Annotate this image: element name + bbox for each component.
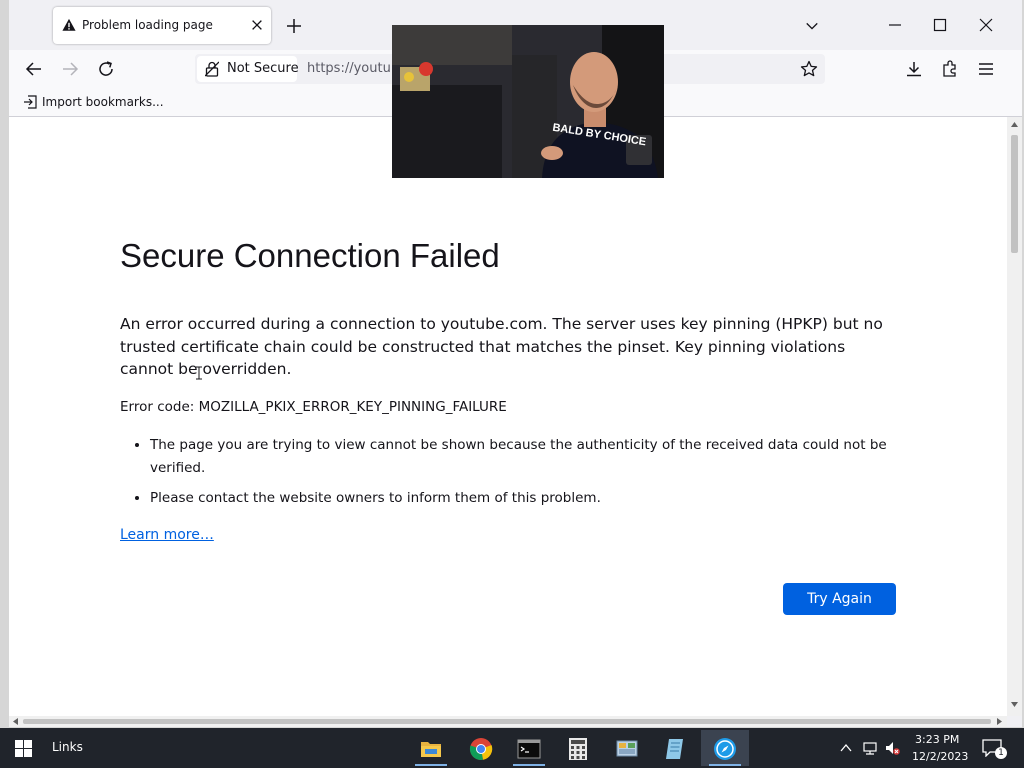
warning-icon (62, 18, 76, 31)
scroll-up-icon[interactable] (1011, 121, 1018, 128)
vertical-scroll-thumb[interactable] (1011, 135, 1018, 253)
forward-arrow-icon[interactable] (60, 59, 80, 79)
horizontal-scrollbar[interactable] (9, 716, 1007, 727)
horizontal-scroll-thumb[interactable] (23, 719, 991, 724)
minimize-icon[interactable] (887, 17, 903, 33)
not-secure-label: Not Secure (227, 61, 299, 76)
chrome-icon (469, 738, 493, 760)
network-icon[interactable] (862, 740, 878, 756)
error-description: An error occurred during a connection to… (120, 315, 883, 378)
text-cursor-icon (196, 366, 202, 380)
file-explorer-icon (421, 742, 441, 757)
running-indicator (513, 764, 545, 766)
identity-box[interactable]: Not Secure (197, 56, 299, 82)
calculator-app[interactable] (554, 730, 602, 766)
downloads-icon[interactable] (904, 59, 924, 79)
browser-icon (714, 738, 736, 760)
chrome-app[interactable] (457, 730, 505, 766)
picture-in-picture-video[interactable]: BALD BY CHOICE (392, 25, 664, 178)
insecure-lock-icon (205, 61, 219, 77)
terminal-icon (517, 739, 541, 759)
error-reasons-list: The page you are trying to view cannot b… (120, 434, 910, 517)
tab-title: Problem loading page (82, 18, 213, 32)
notepad-app[interactable] (652, 730, 700, 766)
file-explorer-app[interactable] (407, 730, 455, 766)
terminal-app[interactable] (505, 730, 553, 766)
scroll-down-icon[interactable] (1011, 701, 1018, 708)
scroll-left-icon[interactable] (12, 718, 19, 725)
new-tab-plus-icon[interactable] (286, 18, 302, 34)
close-window-icon[interactable] (978, 17, 994, 33)
browser-app[interactable] (701, 730, 749, 766)
try-again-button[interactable]: Try Again (783, 583, 896, 615)
chevron-down-icon[interactable] (805, 19, 819, 33)
running-indicator (709, 764, 741, 766)
error-code: Error code: MOZILLA_PKIX_ERROR_KEY_PINNI… (120, 399, 507, 415)
list-item: The page you are trying to view cannot b… (150, 434, 910, 480)
clock-date[interactable]: 12/2/2023 (912, 750, 968, 763)
video-frame (392, 25, 664, 178)
close-tab-icon[interactable] (250, 18, 264, 32)
tab-problem-loading[interactable]: Problem loading page (53, 7, 271, 44)
bookmark-star-icon[interactable] (800, 60, 818, 78)
list-item: Please contact the website owners to inf… (150, 487, 910, 510)
taskbar: Links 3:23 PM 12/2/2023 1 (0, 728, 1024, 768)
scroll-right-icon[interactable] (996, 718, 1003, 725)
import-icon (24, 95, 37, 109)
menu-hamburger-icon[interactable] (976, 59, 996, 79)
calculator-icon (569, 738, 587, 760)
vertical-scrollbar[interactable] (1007, 117, 1022, 716)
notepad-icon (666, 739, 683, 759)
links-toolbar-label[interactable]: Links (52, 740, 83, 754)
maximize-icon[interactable] (932, 17, 948, 33)
page-title: Secure Connection Failed (120, 237, 500, 274)
error-page: Secure Connection Failed An error occurr… (9, 117, 1007, 716)
reload-icon[interactable] (96, 59, 116, 79)
import-bookmarks-button[interactable]: Import bookmarks... (23, 94, 164, 110)
back-arrow-icon[interactable] (24, 59, 44, 79)
extensions-icon[interactable] (940, 59, 960, 79)
notification-count-badge: 1 (995, 747, 1007, 759)
clock-time[interactable]: 3:23 PM (915, 733, 959, 746)
control-panel-app[interactable] (603, 730, 651, 766)
volume-muted-icon[interactable] (884, 740, 900, 756)
windows-start-icon[interactable] (15, 740, 32, 757)
learn-more-link[interactable]: Learn more… (120, 527, 214, 543)
chevron-up-icon[interactable] (838, 740, 854, 756)
running-indicator (415, 764, 447, 766)
control-panel-icon (616, 740, 638, 757)
import-bookmarks-label: Import bookmarks... (42, 95, 164, 109)
